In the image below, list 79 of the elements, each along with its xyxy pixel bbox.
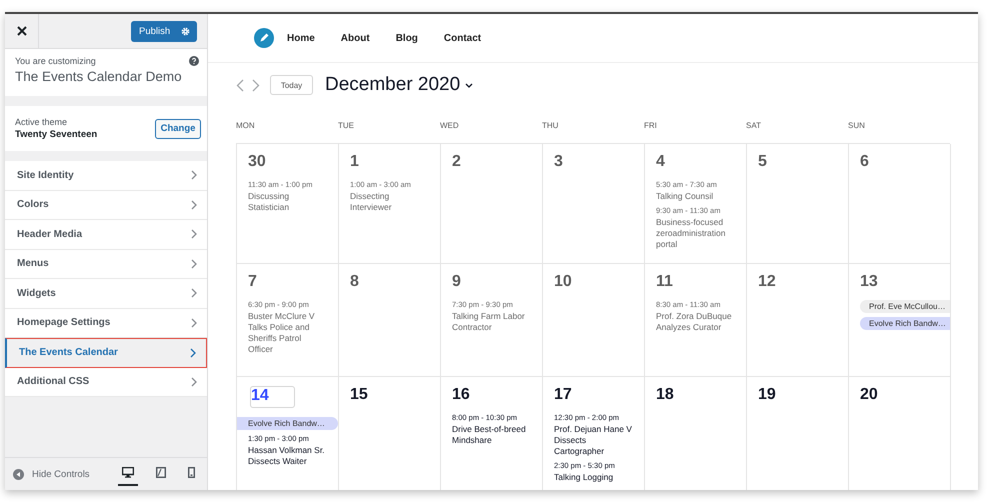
chevron-right-icon: [190, 348, 196, 358]
chevron-right-icon: [191, 200, 197, 210]
weekday-label: WED: [440, 120, 460, 130]
weekday-label: FRI: [644, 120, 658, 130]
day-number: 14: [250, 386, 295, 408]
section-item[interactable]: The Events Calendar: [5, 338, 207, 368]
all-day-event[interactable]: Evolve Rich Bandw…: [860, 317, 950, 330]
event-title[interactable]: Talking Counsil: [656, 191, 736, 202]
all-day-event[interactable]: Evolve Rich Bandw…: [237, 417, 338, 430]
event-title[interactable]: Talking Logging: [554, 472, 634, 483]
event-title[interactable]: Prof. Dejuan Hane V Dissects Cartographer: [554, 424, 634, 457]
day-number: 8: [350, 273, 359, 291]
day-number: 20: [860, 386, 878, 404]
nav-link[interactable]: About: [340, 32, 370, 44]
customizing-label: You are customizing: [15, 56, 96, 66]
tablet-icon: [156, 466, 166, 478]
month-picker[interactable]: December 2020: [325, 74, 474, 96]
section-item[interactable]: Widgets: [5, 279, 207, 308]
nav-link[interactable]: Contact: [444, 32, 482, 44]
day-number: 2: [452, 153, 461, 171]
day-number: 13: [860, 273, 878, 291]
weekday-label: TUE: [338, 120, 355, 130]
chevron-right-icon: [191, 376, 197, 387]
day-number: 9: [452, 273, 461, 291]
change-button[interactable]: Change: [155, 118, 201, 138]
weekday-label: THU: [542, 120, 560, 130]
collapse-icon: [13, 468, 24, 480]
day-number: 30: [248, 153, 266, 171]
day-number: 18: [656, 386, 674, 404]
event-title[interactable]: Buster McClure V Talks Police and Sheriffs Patrol Officer: [248, 311, 328, 355]
chevron-right-icon: [191, 258, 197, 269]
day-number: 5: [758, 153, 767, 171]
help-icon[interactable]: [189, 56, 199, 66]
chevron-right-icon: [191, 288, 197, 298]
day-number: 4: [656, 153, 665, 171]
nav-link[interactable]: Blog: [396, 32, 418, 44]
day-number: 16: [452, 386, 470, 404]
day-number: 17: [554, 386, 572, 404]
weekday-label: SUN: [848, 120, 866, 130]
event-title[interactable]: Talking Farm Labor Contractor: [452, 311, 532, 333]
day-number: 1: [350, 153, 359, 171]
event-title[interactable]: Prof. Zora DuBuque Analyzes Curator: [656, 311, 736, 333]
event-title[interactable]: Business-focused zeroadministration portal: [656, 217, 736, 250]
section-item[interactable]: Additional CSS: [5, 368, 207, 397]
today-button[interactable]: Today: [270, 75, 313, 95]
gear-icon: [181, 26, 190, 36]
theme-name: Twenty Seventeen: [15, 129, 98, 140]
day-number: 11: [656, 273, 673, 291]
section-item[interactable]: Menus: [5, 250, 207, 279]
chevron-right-icon: [191, 229, 197, 240]
event-title[interactable]: Discussing Statistician: [248, 191, 328, 213]
phone-icon: [188, 466, 195, 478]
day-number: 7: [248, 273, 257, 291]
chevron-right-icon: [191, 170, 197, 180]
section-item[interactable]: Colors: [5, 190, 207, 220]
theme-label: Active theme: [15, 117, 68, 127]
day-number: 15: [350, 386, 368, 404]
event-title[interactable]: Dissecting Interviewer: [350, 191, 430, 213]
day-number: 10: [554, 273, 572, 291]
weekday-label: MON: [236, 120, 256, 130]
nav-link[interactable]: Home: [287, 32, 315, 44]
hide-controls-button[interactable]: Hide Controls: [13, 468, 90, 480]
day-number: 6: [860, 153, 869, 171]
day-number: 12: [758, 273, 776, 291]
section-item[interactable]: Site Identity: [5, 161, 207, 190]
weekday-label: SAT: [746, 120, 762, 130]
day-number: 3: [554, 153, 563, 171]
event-title[interactable]: Drive Best-of-breed Mindshare: [452, 424, 532, 446]
day-number: 19: [758, 386, 776, 404]
event-title[interactable]: Hassan Volkman Sr. Dissects Waiter: [248, 445, 328, 467]
publish-button[interactable]: Publish: [131, 20, 197, 42]
monitor-icon: [122, 466, 134, 478]
chevron-down-icon: [465, 82, 474, 88]
all-day-event[interactable]: Prof. Eve McCullou…: [860, 300, 950, 313]
section-item[interactable]: Header Media: [5, 220, 207, 250]
close-icon: [16, 26, 26, 36]
site-title: The Events Calendar Demo: [15, 69, 183, 84]
pencil-icon[interactable]: [254, 28, 274, 48]
chevron-right-icon: [191, 318, 197, 328]
